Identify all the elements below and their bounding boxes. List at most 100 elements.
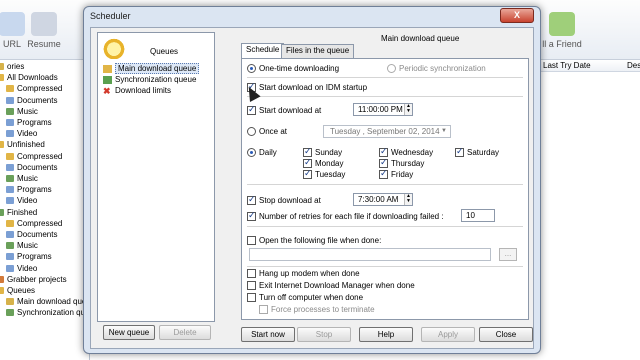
tree-item[interactable]: Video bbox=[6, 195, 37, 206]
start-now-button[interactable]: Start now bbox=[241, 327, 295, 342]
tree-item[interactable]: Compressed bbox=[6, 218, 62, 229]
turnoff-label: Turn off computer when done bbox=[259, 293, 364, 302]
tree-item[interactable]: Queues bbox=[0, 285, 35, 296]
radio-indicator bbox=[247, 127, 256, 136]
day-wednesday-checkbox[interactable]: Wednesday bbox=[379, 146, 433, 157]
checkbox-indicator bbox=[247, 194, 256, 205]
daily-radio[interactable]: Daily bbox=[247, 148, 277, 157]
browse-button[interactable]: ... bbox=[499, 248, 517, 261]
tree-item[interactable]: Documents bbox=[6, 229, 57, 240]
divider bbox=[247, 266, 523, 267]
tree-item-label: Documents bbox=[17, 162, 58, 172]
spin-arrows-icon[interactable]: ▲ ▼ bbox=[404, 104, 412, 115]
tree-item[interactable]: Music bbox=[6, 240, 38, 251]
tree-item[interactable]: Synchronization qu bbox=[6, 307, 85, 318]
checkbox-indicator bbox=[259, 305, 268, 314]
column-description[interactable]: Desc bbox=[624, 60, 640, 72]
stop-time-picker[interactable]: 7:30:00 AM ▲ ▼ bbox=[353, 193, 413, 206]
queue-item-download-limits[interactable]: ✖ Download limits bbox=[103, 85, 171, 96]
tree-item[interactable]: Unfinished bbox=[0, 139, 45, 150]
day-saturday-checkbox[interactable]: Saturday bbox=[455, 146, 499, 157]
day-thursday-checkbox[interactable]: Thursday bbox=[379, 157, 424, 168]
checkbox-indicator bbox=[247, 281, 256, 290]
dialog-close-button[interactable]: X bbox=[500, 8, 534, 23]
tree-item-label: All Downloads bbox=[7, 73, 58, 83]
periodic-label: Periodic synchronization bbox=[399, 64, 486, 73]
toolbar-url-label: URL bbox=[2, 39, 21, 49]
tree-item[interactable]: Programs bbox=[6, 117, 52, 128]
divider bbox=[247, 77, 523, 78]
help-button[interactable]: Help bbox=[359, 327, 413, 342]
folder-icon bbox=[6, 96, 14, 104]
dropdown-arrow-icon: ▼ bbox=[441, 128, 447, 134]
stop-at-checkbox[interactable]: Stop download at bbox=[247, 194, 321, 205]
tree-item-label: Music bbox=[17, 106, 38, 116]
tree-item[interactable]: Video bbox=[6, 263, 37, 274]
tree-item[interactable]: Music bbox=[6, 106, 38, 117]
tree-item[interactable]: Finished bbox=[0, 207, 37, 218]
tree-item[interactable]: Documents bbox=[6, 95, 57, 106]
day-sunday-checkbox[interactable]: Sunday bbox=[303, 146, 342, 157]
queue-item-main[interactable]: Main download queue bbox=[103, 63, 200, 74]
tree-item[interactable]: Compressed bbox=[6, 83, 62, 94]
tree-item[interactable]: ories bbox=[0, 61, 24, 72]
folder-icon bbox=[6, 219, 14, 227]
start-time-picker[interactable]: 11:00:00 PM ▲ ▼ bbox=[353, 103, 413, 116]
tree-item[interactable]: Grabber projects bbox=[0, 274, 67, 285]
force-processes-checkbox[interactable]: Force processes to terminate bbox=[259, 305, 375, 314]
turnoff-checkbox[interactable]: Turn off computer when done bbox=[247, 293, 363, 302]
periodic-radio[interactable]: Periodic synchronization bbox=[387, 64, 486, 73]
apply-button[interactable]: Apply bbox=[421, 327, 475, 342]
spin-arrows-icon[interactable]: ▲ ▼ bbox=[404, 194, 412, 205]
tab-files-in-queue[interactable]: Files in the queue bbox=[281, 44, 355, 58]
day-monday-checkbox[interactable]: Monday bbox=[303, 157, 343, 168]
folder-icon bbox=[0, 74, 4, 82]
force-processes-label: Force processes to terminate bbox=[271, 305, 375, 314]
tree-item[interactable]: Music bbox=[6, 173, 38, 184]
open-file-checkbox[interactable]: Open the following file when done: bbox=[247, 236, 381, 245]
folder-icon bbox=[6, 85, 14, 93]
tree-item[interactable]: Programs bbox=[6, 251, 52, 262]
once-at-radio[interactable]: Once at bbox=[247, 127, 287, 136]
once-date-picker[interactable]: Tuesday , September 02, 2014 ▼ bbox=[323, 125, 451, 138]
radio-indicator bbox=[247, 64, 256, 73]
day-friday-checkbox[interactable]: Friday bbox=[379, 168, 413, 179]
folder-icon bbox=[0, 141, 4, 149]
start-at-checkbox[interactable]: Start download at bbox=[247, 104, 321, 115]
folder-icon bbox=[6, 119, 14, 126]
queue-item-synchronization[interactable]: Synchronization queue bbox=[103, 74, 196, 85]
retries-checkbox[interactable]: Number of retries for each file if downl… bbox=[247, 210, 444, 221]
tree-item[interactable]: Programs bbox=[6, 184, 52, 195]
stop-button[interactable]: Stop bbox=[297, 327, 351, 342]
tree-item[interactable]: Main download queu bbox=[6, 296, 91, 307]
tree-item[interactable]: Video bbox=[6, 128, 37, 139]
close-button[interactable]: Close bbox=[479, 327, 533, 342]
retries-input[interactable]: 10 bbox=[461, 209, 495, 222]
tree-item[interactable]: Compressed bbox=[6, 151, 62, 162]
new-queue-button[interactable]: New queue bbox=[103, 325, 155, 340]
checkbox-indicator bbox=[379, 157, 388, 168]
hangup-checkbox[interactable]: Hang up modem when done bbox=[247, 269, 360, 278]
folder-icon bbox=[6, 197, 14, 205]
folder-icon bbox=[6, 231, 14, 238]
toolbar-resume-button[interactable]: Resume bbox=[22, 12, 66, 49]
day-tuesday-checkbox[interactable]: Tuesday bbox=[303, 168, 346, 179]
tab-schedule[interactable]: Schedule bbox=[241, 43, 285, 58]
column-last-try-date[interactable]: Last Try Date bbox=[540, 60, 624, 72]
radio-indicator bbox=[247, 148, 256, 157]
day-label: Tuesday bbox=[315, 170, 346, 179]
tree-item[interactable]: All Downloads bbox=[0, 72, 58, 83]
open-file-path-input[interactable] bbox=[249, 248, 491, 261]
tree-item-label: Documents bbox=[17, 230, 58, 239]
startup-checkbox[interactable]: Start download on IDM startup bbox=[247, 81, 367, 92]
toolbar-tell-friend-button[interactable]: ll a Friend bbox=[540, 12, 584, 49]
tree-item[interactable]: Documents bbox=[6, 162, 57, 173]
delete-queue-button[interactable]: Delete bbox=[159, 325, 211, 340]
folder-icon bbox=[6, 175, 14, 182]
folder-icon bbox=[0, 208, 4, 216]
one-time-radio[interactable]: One-time downloading bbox=[247, 64, 339, 73]
folder-icon bbox=[6, 242, 14, 250]
exit-idm-checkbox[interactable]: Exit Internet Download Manager when done bbox=[247, 281, 415, 290]
queues-panel: Queues Main download queue Synchronizati… bbox=[97, 32, 215, 322]
tree-item-label: Programs bbox=[17, 118, 52, 127]
